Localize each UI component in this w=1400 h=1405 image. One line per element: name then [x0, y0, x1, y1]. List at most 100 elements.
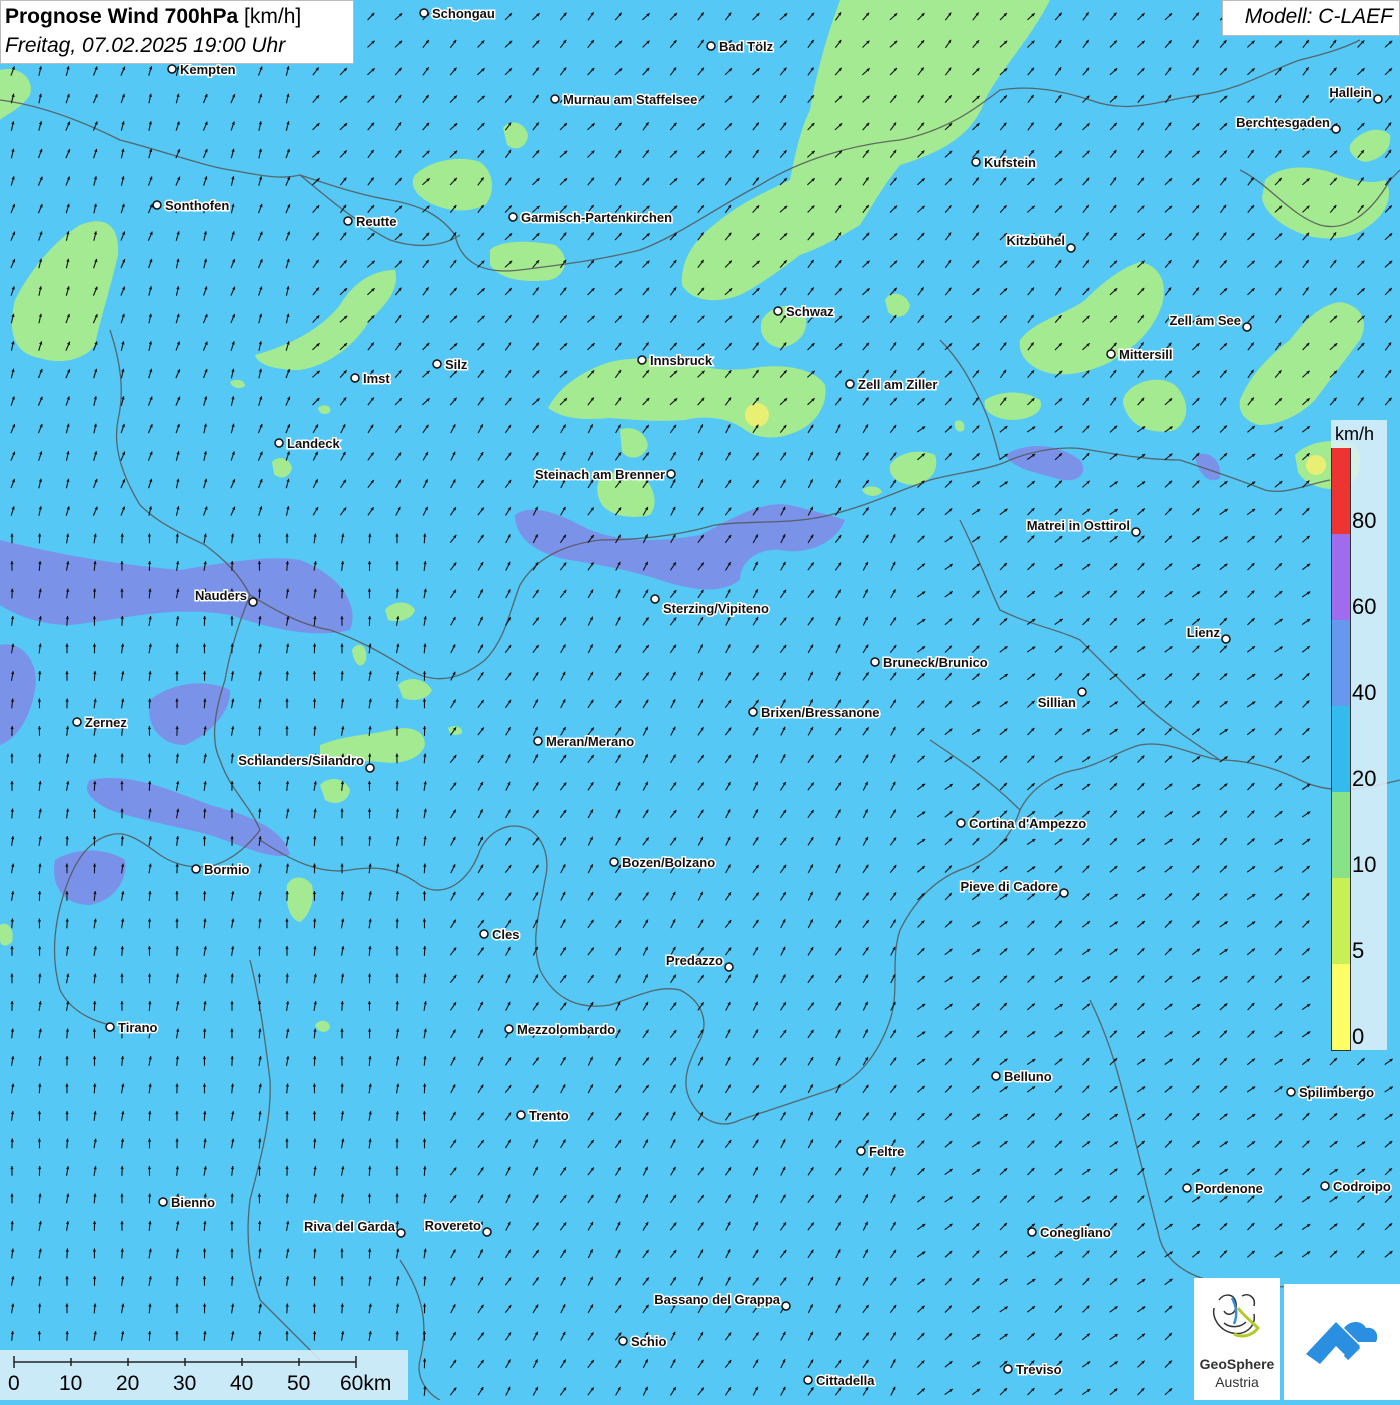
- city-marker-icon: [397, 1229, 405, 1237]
- legend-swatch-20: [1331, 706, 1351, 792]
- yellow-spot-east: [1306, 455, 1326, 475]
- city-label: Brixen/Bressanone: [761, 705, 880, 720]
- city-label: Bad Tölz: [719, 39, 774, 54]
- city-marker-icon: [509, 213, 517, 221]
- city-label: Schlanders/Silandro: [238, 753, 364, 768]
- city-marker-icon: [1243, 323, 1251, 331]
- legend-swatch-10: [1331, 792, 1351, 878]
- city-label: Codroipo: [1333, 1179, 1391, 1194]
- map-title-main: Prognose Wind 700hPa: [5, 5, 238, 28]
- model-box: Modell: C-LAEF: [1222, 0, 1400, 36]
- legend-label-0: 0: [1352, 1024, 1364, 1050]
- city-marker-icon: [1183, 1184, 1191, 1192]
- color-legend: km/h 80 60 40 20 10 5 0: [1331, 420, 1387, 1050]
- legend-swatch-0: [1331, 964, 1351, 1051]
- city-zell-am-ziller: Zell am Ziller: [846, 377, 937, 392]
- city-label: Sonthofen: [165, 198, 229, 213]
- city-label: Tirano: [118, 1020, 158, 1035]
- legend-swatch-40: [1331, 620, 1351, 706]
- model-label: Modell: C-LAEF: [1245, 5, 1393, 29]
- scale-label-10: 10: [59, 1372, 82, 1396]
- city-label: Kufstein: [984, 155, 1036, 170]
- city-marker-icon: [749, 708, 757, 716]
- map-title: Prognose Wind 700hPa [km/h]: [5, 5, 301, 29]
- city-marker-icon: [992, 1072, 1000, 1080]
- city-innsbruck: Innsbruck: [638, 353, 713, 368]
- city-marker-icon: [782, 1302, 790, 1310]
- city-marker-icon: [667, 470, 675, 478]
- city-label: Landeck: [287, 436, 341, 451]
- legend-label-40: 40: [1352, 680, 1376, 706]
- city-label: Cittadella: [816, 1373, 875, 1388]
- weather-app-logo[interactable]: [1284, 1284, 1400, 1400]
- city-marker-icon: [1374, 95, 1382, 103]
- city-label: Kempten: [180, 62, 236, 77]
- city-marker-icon: [804, 1376, 812, 1384]
- city-label: Meran/Merano: [546, 734, 634, 749]
- city-label: Bozen/Bolzano: [622, 855, 715, 870]
- city-garmisch-partenkirchen: Garmisch-Partenkirchen: [509, 210, 672, 225]
- city-label: Nauders: [195, 588, 247, 603]
- city-bruneck-brunico: Bruneck/Brunico: [871, 655, 988, 670]
- wind-map[interactable]: Schongau Bad Tölz Kempten Murnau am Staffel…: [0, 0, 1400, 1400]
- city-label: Zell am See: [1169, 313, 1241, 328]
- city-murnau-am-staffelsee: Murnau am Staffelsee: [551, 92, 697, 107]
- geosphere-logo-sub: Austria: [1194, 1374, 1280, 1390]
- city-marker-icon: [275, 439, 283, 447]
- city-marker-icon: [1332, 125, 1340, 133]
- city-marker-icon: [871, 658, 879, 666]
- city-conegliano: Conegliano: [1028, 1225, 1111, 1240]
- city-spilimbergo: Spilimbergo: [1287, 1085, 1374, 1100]
- city-marker-icon: [1028, 1228, 1036, 1236]
- city-schongau: Schongau: [420, 6, 495, 21]
- city-label: Berchtesgaden: [1236, 115, 1330, 130]
- city-marker-icon: [344, 217, 352, 225]
- map-title-unit: [km/h]: [244, 5, 301, 28]
- legend-label-10: 10: [1352, 852, 1376, 878]
- city-marker-icon: [505, 1025, 513, 1033]
- city-steinach-am-brenner: Steinach am Brenner: [535, 467, 675, 482]
- city-label: Zell am Ziller: [858, 377, 937, 392]
- city-marker-icon: [1132, 528, 1140, 536]
- city-label: Riva del Garda: [304, 1219, 396, 1234]
- legend-swatch-80: [1331, 448, 1351, 534]
- city-label: Spilimbergo: [1299, 1085, 1374, 1100]
- city-label: Mezzolombardo: [517, 1022, 615, 1037]
- city-marker-icon: [846, 380, 854, 388]
- city-marker-icon: [957, 819, 965, 827]
- city-marker-icon: [517, 1111, 525, 1119]
- city-marker-icon: [351, 374, 359, 382]
- forecast-datetime: Freitag, 07.02.2025 19:00 Uhr: [5, 34, 285, 58]
- city-label: Belluno: [1004, 1069, 1052, 1084]
- city-label: Cles: [492, 927, 519, 942]
- city-marker-icon: [638, 356, 646, 364]
- city-marker-icon: [1078, 688, 1086, 696]
- city-label: Bormio: [204, 862, 250, 877]
- city-meran-merano: Meran/Merano: [534, 734, 634, 749]
- city-marker-icon: [551, 95, 559, 103]
- city-label: Pordenone: [1195, 1181, 1263, 1196]
- scale-label-0: 0: [8, 1372, 20, 1396]
- scale-label-30: 30: [173, 1372, 196, 1396]
- city-label: Sterzing/Vipiteno: [663, 601, 769, 616]
- scale-label-50: 50: [287, 1372, 310, 1396]
- city-marker-icon: [972, 158, 980, 166]
- legend-label-60: 60: [1352, 594, 1376, 620]
- city-marker-icon: [651, 595, 659, 603]
- city-marker-icon: [619, 1337, 627, 1345]
- city-marker-icon: [366, 764, 374, 772]
- geosphere-logo[interactable]: GeoSphere Austria: [1194, 1278, 1280, 1400]
- city-label: Murnau am Staffelsee: [563, 92, 697, 107]
- city-label: Matrei in Osttirol: [1027, 518, 1130, 533]
- city-label: Feltre: [869, 1144, 904, 1159]
- city-marker-icon: [420, 9, 428, 17]
- legend-label-80: 80: [1352, 508, 1376, 534]
- city-marker-icon: [249, 598, 257, 606]
- city-brixen-bressanone: Brixen/Bressanone: [749, 705, 880, 720]
- yellow-spot-ziller: [745, 403, 769, 427]
- legend-label-5: 5: [1352, 938, 1364, 964]
- city-mezzolombardo: Mezzolombardo: [505, 1022, 615, 1037]
- map-title-box: Prognose Wind 700hPa [km/h] Freitag, 07.…: [0, 0, 354, 64]
- city-marker-icon: [1321, 1182, 1329, 1190]
- mountain-cloud-icon: [1284, 1284, 1400, 1400]
